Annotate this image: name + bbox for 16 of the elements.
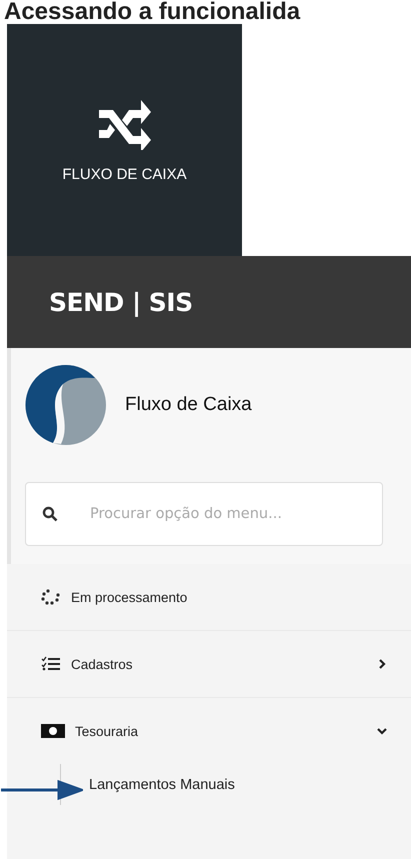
checklist-icon: [41, 656, 61, 672]
menu-item[interactable]: Tesouraria: [7, 698, 411, 764]
shuffle-icon: [96, 98, 152, 150]
banknote-icon: [41, 724, 65, 738]
menu-item[interactable]: Cadastros: [7, 631, 411, 698]
module-tile[interactable]: FLUXO DE CAIXA: [7, 24, 242, 256]
search-field[interactable]: Procurar opção do menu...: [88, 505, 368, 523]
menu-item[interactable]: Em processamento: [7, 564, 411, 631]
app-title: SEND | SIS: [49, 288, 193, 316]
tile-label: FLUXO DE CAIXA: [62, 166, 187, 182]
module-title: Fluxo de Caixa: [125, 394, 252, 416]
search-icon: [42, 506, 58, 522]
logo-icon: [25, 364, 107, 446]
page-heading: Acessando a funcionalida: [4, 0, 302, 24]
submenu-item[interactable]: Lançamentos Manuais: [89, 777, 235, 793]
spinner-icon: [41, 589, 61, 605]
